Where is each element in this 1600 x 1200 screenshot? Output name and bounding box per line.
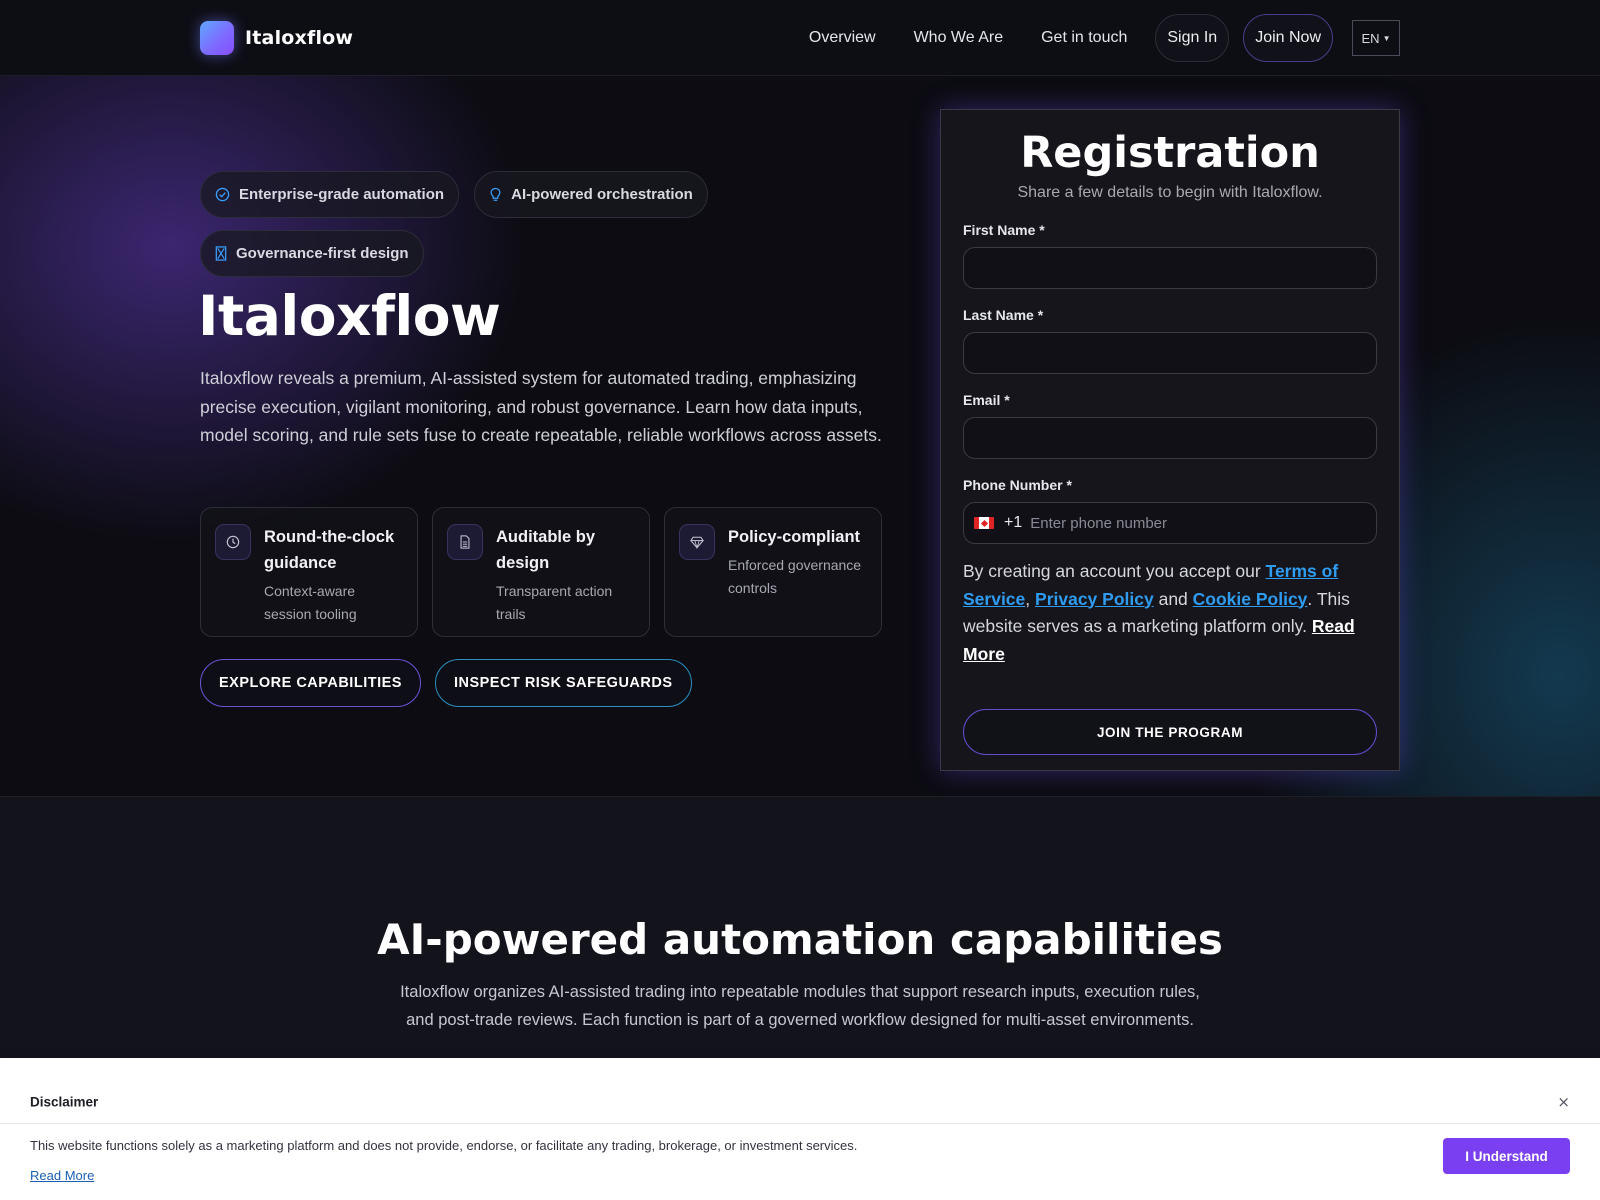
badge-label: Enterprise-grade automation	[239, 186, 445, 203]
feature-title: Round-the-clock guidance	[264, 528, 395, 572]
consent-prefix: By creating an account you accept our	[963, 561, 1266, 581]
inspect-risk-safeguards-button[interactable]: INSPECT RISK SAFEGUARDS	[434, 659, 692, 707]
badge-governance-first: Governance-first design	[200, 230, 424, 277]
hero-cta-group: EXPLORE CAPABILITIES INSPECT RISK SAFEGU…	[200, 659, 692, 707]
badge-label: AI-powered orchestration	[511, 186, 693, 203]
badge-ai-orchestration: AI-powered orchestration	[474, 171, 708, 218]
feature-card: Round-the-clock guidance Context-aware s…	[200, 507, 418, 637]
hero-badges: Enterprise-grade automation AI-powered o…	[200, 171, 720, 289]
hero-description: Italoxflow reveals a premium, AI-assiste…	[200, 368, 882, 445]
clock-icon	[215, 524, 251, 560]
phone-number-field[interactable]	[1030, 504, 1366, 542]
logo-mark-icon	[200, 21, 234, 55]
last-name-field[interactable]	[963, 332, 1377, 374]
badge-label: Governance-first design	[236, 245, 409, 262]
registration-form: Registration Share a few details to begi…	[940, 109, 1400, 771]
caret-down-icon: ▼	[1382, 33, 1391, 43]
email-label: Email *	[963, 392, 1010, 408]
hero-title: Italoxflow	[198, 284, 501, 348]
disclaimer-bar: Disclaimer × This website functions sole…	[0, 1058, 1600, 1200]
feature-title: Auditable by design	[496, 528, 596, 572]
registration-title: Registration	[1020, 128, 1320, 178]
close-icon[interactable]: ×	[1557, 1093, 1570, 1111]
nav-link-who-we-are[interactable]: Who We Are	[914, 29, 1004, 47]
privacy-policy-link[interactable]: Privacy Policy	[1035, 589, 1154, 609]
feature-card: Auditable by design Transparent action t…	[432, 507, 650, 637]
document-icon	[447, 524, 483, 560]
sign-in-button[interactable]: Sign In	[1155, 14, 1230, 62]
join-now-button[interactable]: Join Now	[1243, 14, 1333, 62]
phone-field-group: +1	[963, 502, 1377, 544]
check-circle-icon	[215, 187, 230, 202]
feature-card: Policy-compliant Enforced governance con…	[664, 507, 882, 637]
hourglass-icon	[215, 246, 227, 261]
disclaimer-text: This website functions solely as a marke…	[30, 1138, 858, 1153]
feature-title: Policy-compliant	[728, 528, 861, 546]
phone-country-code[interactable]: +1	[1004, 514, 1022, 532]
feature-subtitle: Transparent action trails	[496, 583, 613, 622]
brand-name: Italoxflow	[245, 27, 354, 49]
brand-logo[interactable]: Italoxflow	[200, 21, 353, 55]
capabilities-description: Italoxflow organizes AI-assisted trading…	[400, 983, 1200, 1029]
phone-label: Phone Number *	[963, 477, 1072, 493]
lightbulb-icon	[490, 187, 501, 201]
feature-cards: Round-the-clock guidance Context-aware s…	[200, 507, 896, 637]
language-selector[interactable]: EN ▼	[1352, 20, 1400, 56]
i-understand-button[interactable]: I Understand	[1443, 1138, 1570, 1174]
email-field[interactable]	[963, 417, 1377, 459]
capabilities-title: AI-powered automation capabilities	[377, 915, 1223, 964]
last-name-label: Last Name *	[963, 307, 1044, 323]
first-name-label: First Name *	[963, 222, 1045, 238]
consent-comma: ,	[1025, 588, 1036, 609]
feature-subtitle: Enforced governance controls	[728, 557, 862, 596]
explore-capabilities-button[interactable]: EXPLORE CAPABILITIES	[200, 659, 421, 707]
disclaimer-title: Disclaimer	[30, 1094, 99, 1110]
canada-flag-icon[interactable]	[974, 517, 994, 529]
language-label: EN	[1361, 30, 1380, 46]
cookie-policy-link[interactable]: Cookie Policy	[1193, 589, 1308, 609]
badge-enterprise-grade: Enterprise-grade automation	[200, 171, 460, 218]
first-name-field[interactable]	[963, 247, 1377, 289]
disclaimer-header: Disclaimer ×	[0, 1058, 1600, 1124]
diamond-icon	[679, 524, 715, 560]
nav-link-get-in-touch[interactable]: Get in touch	[1041, 29, 1127, 47]
join-program-button[interactable]: JOIN THE PROGRAM	[963, 709, 1377, 755]
disclaimer-read-more-link[interactable]: Read More	[30, 1168, 94, 1183]
main-nav: Overview Who We Are Get in touch Sign In…	[809, 14, 1400, 62]
consent-and: and	[1153, 588, 1193, 609]
registration-subtitle: Share a few details to begin with Italox…	[1017, 184, 1323, 201]
site-header: Italoxflow Overview Who We Are Get in to…	[0, 0, 1600, 76]
nav-link-overview[interactable]: Overview	[809, 29, 876, 47]
feature-subtitle: Context-aware session tooling	[264, 583, 357, 622]
consent-text: By creating an account you accept our Te…	[963, 558, 1377, 668]
